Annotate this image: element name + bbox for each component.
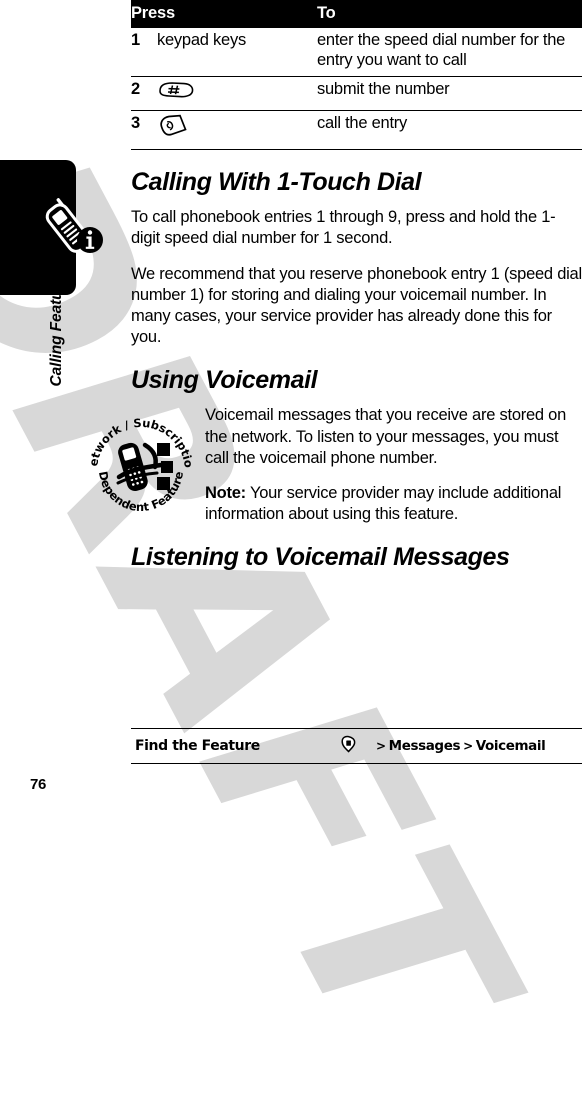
menu-path-messages: Messages [389, 738, 460, 754]
section-heading-using-voicemail: Using Voicemail [131, 366, 582, 394]
steps-table: Press To 1 keypad keys enter the speed d… [131, 0, 582, 150]
note-label: Note: [205, 484, 246, 502]
step-description: call the entry [317, 111, 582, 150]
find-the-feature-bar: Find the Feature > Messages > Voicemail [131, 728, 582, 764]
step-press: keypad keys [157, 28, 317, 76]
paragraph: We recommend that you reserve phonebook … [131, 264, 582, 349]
path-separator: > [463, 739, 473, 753]
note-paragraph: Note: Your service provider may include … [131, 483, 582, 525]
pound-key-icon [157, 86, 197, 104]
feature-menu-path: > Messages > Voicemail [340, 735, 545, 758]
step-description: enter the speed dial number for the entr… [317, 28, 582, 76]
manual-page: Calling Features 76 Press To 1 keypad ke… [0, 0, 582, 806]
column-header-to: To [317, 0, 582, 28]
step-press [157, 76, 317, 111]
section-heading-listening-to-voicemail-messages: Listening to Voicemail Messages [131, 543, 582, 571]
phone-info-tip-icon [42, 196, 108, 258]
step-number: 3 [131, 111, 157, 150]
step-number: 1 [131, 28, 157, 76]
find-the-feature-label: Find the Feature [131, 738, 340, 754]
path-separator: > [376, 739, 386, 753]
step-description: submit the number [317, 76, 582, 111]
table-row: 3 call the entry [131, 111, 582, 150]
sidebar-section-label: Calling Features [48, 252, 66, 402]
menu-key-icon [340, 735, 357, 758]
section-heading-calling-with-1-touch-dial: Calling With 1-Touch Dial [131, 168, 582, 196]
table-row: 1 keypad keys enter the speed dial numbe… [131, 28, 582, 76]
page-number: 76 [30, 776, 46, 793]
menu-path-voicemail: Voicemail [476, 738, 546, 754]
step-number: 2 [131, 76, 157, 111]
paragraph: Voicemail messages that you receive are … [131, 405, 582, 469]
table-row: 2 [131, 76, 582, 111]
voicemail-stamp-block: Network / Subscription Dependent Feature [131, 405, 582, 525]
table-header-row: Press To [131, 0, 582, 28]
send-key-icon [157, 124, 191, 142]
paragraph: To call phonebook entries 1 through 9, p… [131, 207, 582, 249]
column-header-press: Press [131, 0, 317, 28]
content-column: Press To 1 keypad keys enter the speed d… [131, 0, 582, 582]
note-text: Your service provider may include additi… [205, 484, 561, 523]
step-press [157, 111, 317, 150]
network-subscription-dependent-feature-icon: Network / Subscription Dependent Feature [85, 411, 197, 523]
